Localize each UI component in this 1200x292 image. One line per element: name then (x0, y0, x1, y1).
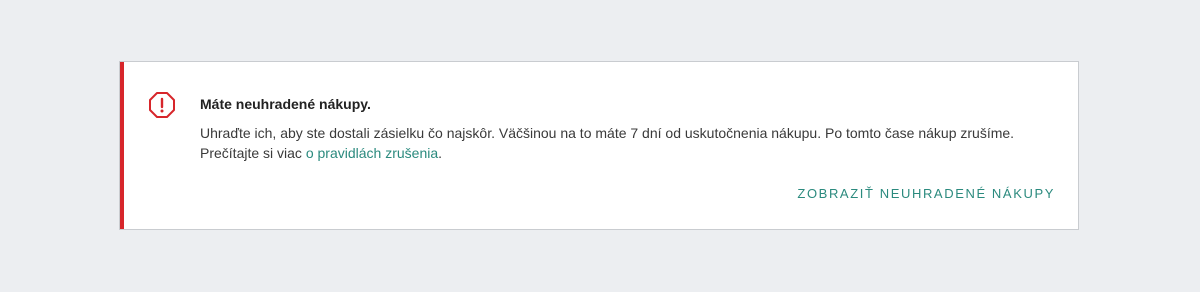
alert-message: Uhraďte ich, aby ste dostali zásielku čo… (200, 123, 1060, 163)
alert-message-prefix: Prečítajte si viac (200, 145, 306, 161)
alert-message-line-1: Uhraďte ich, aby ste dostali zásielku čo… (200, 125, 1015, 141)
unpaid-orders-alert: Máte neuhradené nákupy. Uhraďte ich, aby… (119, 61, 1079, 230)
cancellation-rules-link[interactable]: o pravidlách zrušenia (306, 145, 438, 161)
alert-title: Máte neuhradené nákupy. (200, 96, 371, 112)
show-unpaid-orders-button[interactable]: ZOBRAZIŤ NEUHRADENÉ NÁKUPY (797, 186, 1055, 201)
alert-message-line-2: Prečítajte si viac o pravidlách zrušenia… (200, 143, 1060, 163)
alert-message-suffix: . (438, 145, 443, 161)
alert-octagon-icon (148, 91, 176, 119)
alert-accent-bar (120, 62, 124, 229)
